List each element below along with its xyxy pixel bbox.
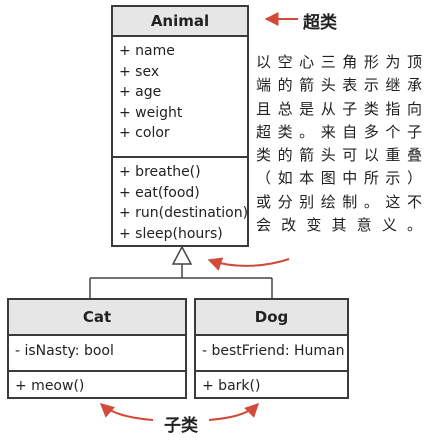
attributes-section: - isNasty: bool xyxy=(9,336,185,370)
note-line: 会改变其意义。 xyxy=(256,216,422,235)
attribute-item: + color xyxy=(119,125,170,141)
attribute-item: + sex xyxy=(119,63,160,80)
operation-item: + bark() xyxy=(202,378,261,394)
operations-section: + meow() xyxy=(9,370,185,402)
class-name: Dog xyxy=(196,300,347,336)
subclass-label: 子类 xyxy=(164,416,198,436)
attribute-item: + name xyxy=(119,43,175,59)
operation-item: + breathe() xyxy=(119,164,201,180)
attribute-item: - isNasty: bool xyxy=(15,343,114,359)
class-dog[interactable]: Dog - bestFriend: Human + bark() xyxy=(194,298,349,399)
note-line: 超类。来自多个子 xyxy=(256,122,422,141)
operation-item: + meow() xyxy=(15,378,85,394)
class-name: Animal xyxy=(113,7,247,37)
note-line: 或分别绘制。这不 xyxy=(256,192,422,211)
note-line: 端的箭头表示继承 xyxy=(256,76,422,95)
attribute-item: + age xyxy=(119,84,162,100)
attributes-section: + name + sex + age + weight + color xyxy=(113,37,247,156)
subclass-arrow-left xyxy=(99,403,154,421)
inheritance-connector xyxy=(89,264,273,298)
operations-section: + bark() xyxy=(196,370,347,402)
note-line: 类的箭头可以重叠 xyxy=(256,146,422,165)
note-pointer-arrow xyxy=(207,257,290,271)
superclass-label: 超类 xyxy=(303,13,337,33)
attribute-item: + weight xyxy=(119,104,183,121)
operation-item: + run(destination) xyxy=(119,205,249,221)
class-animal[interactable]: Animal + name + sex + age + weight + col… xyxy=(111,5,249,247)
class-cat[interactable]: Cat - isNasty: bool + meow() xyxy=(7,298,187,399)
operation-item: + sleep(hours) xyxy=(119,225,223,242)
attribute-item: - bestFriend: Human xyxy=(202,343,345,359)
operation-item: + eat(food) xyxy=(119,184,200,201)
inheritance-note: 以空心三角形为顶 端的箭头表示继承 且总是从子类指向 超类。来自多个子 类的箭头… xyxy=(256,51,422,237)
class-name: Cat xyxy=(9,300,185,336)
note-line: 以空心三角形为顶 xyxy=(256,53,422,71)
attributes-section: - bestFriend: Human xyxy=(196,336,347,370)
operations-section: + breathe() + eat(food) + run(destinatio… xyxy=(113,156,249,246)
note-line: 且总是从子类指向 xyxy=(256,99,422,118)
subclass-arrow-right xyxy=(208,403,259,421)
inheritance-triangle-icon xyxy=(171,245,193,265)
note-line: （如本图中所示） xyxy=(256,169,422,188)
